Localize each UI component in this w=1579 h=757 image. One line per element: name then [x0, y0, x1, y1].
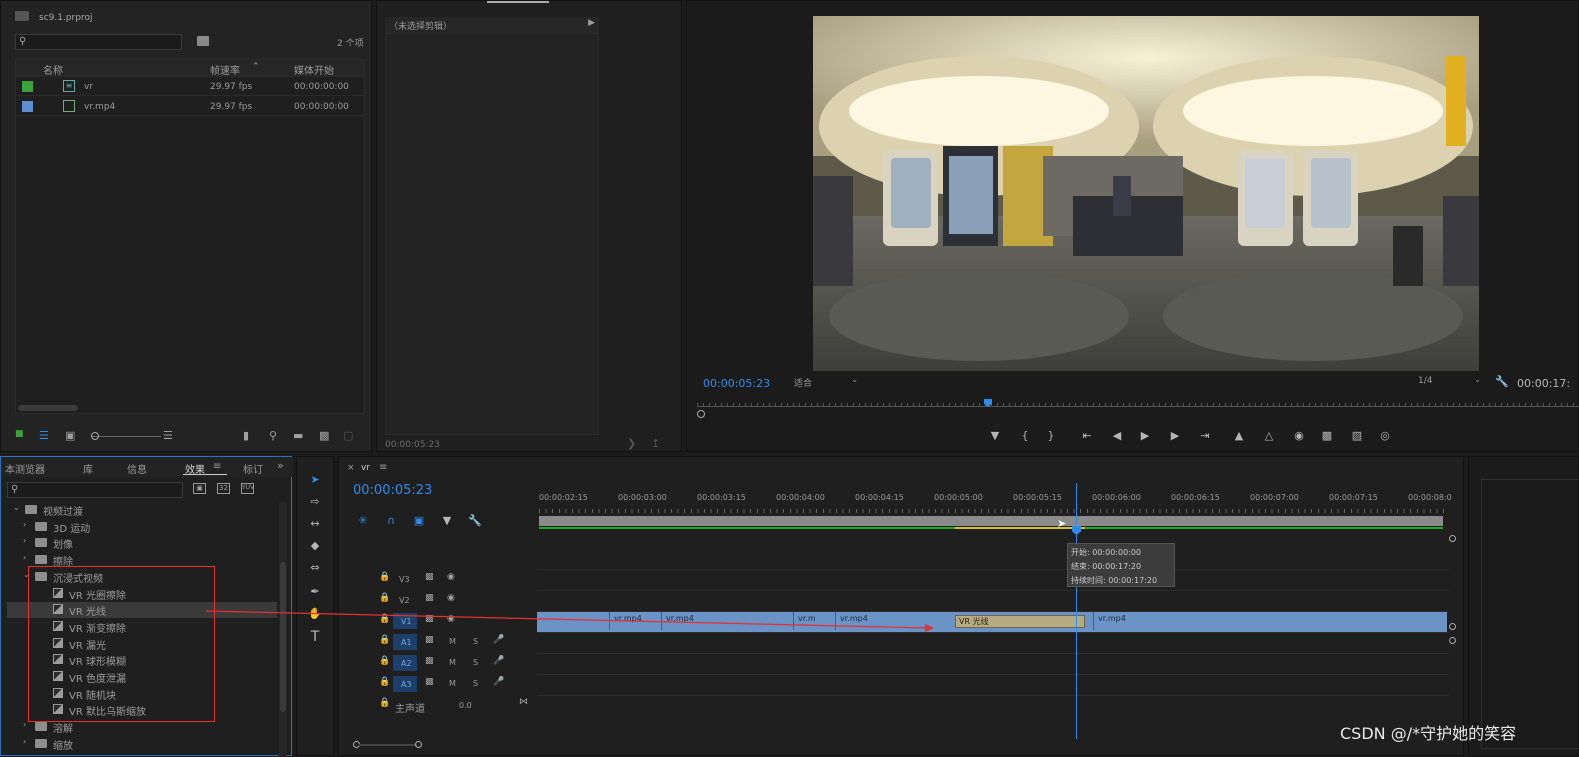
drag-arrow: [205, 610, 934, 632]
watermark: CSDN @/*守护她的笑容: [1340, 724, 1517, 743]
